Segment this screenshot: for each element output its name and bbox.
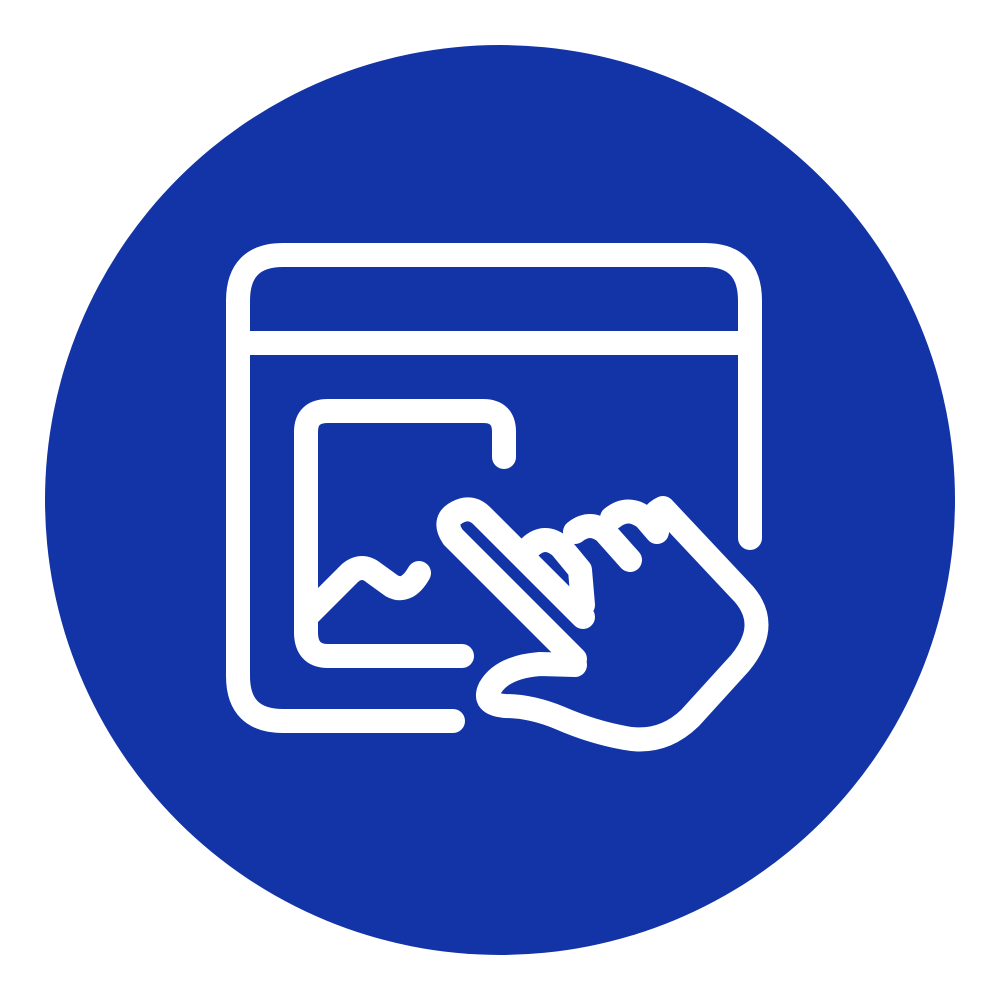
browser-image-tap-icon (45, 45, 955, 955)
icon-canvas (0, 0, 1000, 1000)
badge-circle (45, 45, 955, 955)
